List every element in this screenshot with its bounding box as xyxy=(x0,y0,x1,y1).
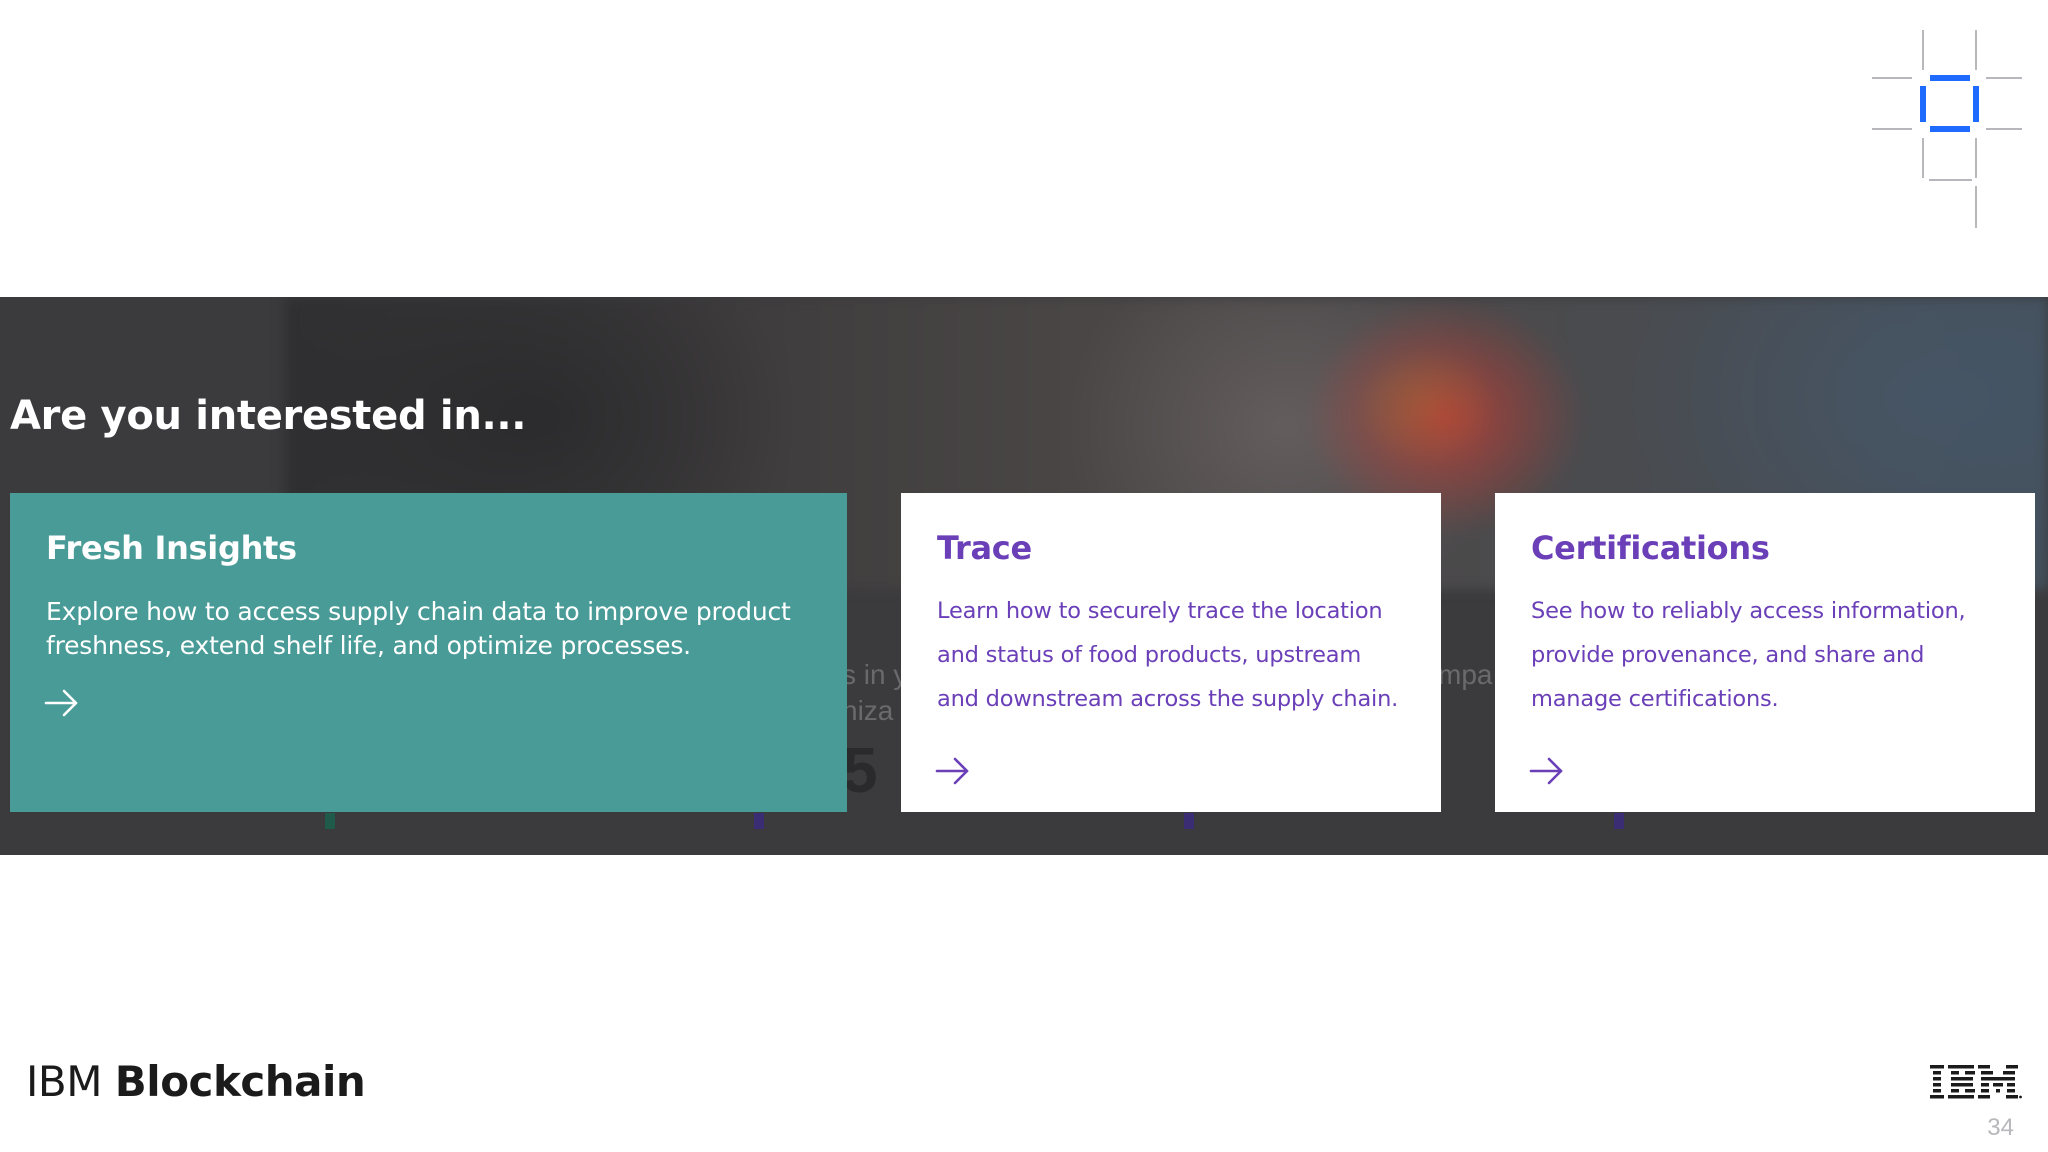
arrow-right-icon[interactable] xyxy=(935,757,971,785)
card-title: Trace xyxy=(937,529,1032,567)
brand-prefix: IBM xyxy=(26,1057,102,1106)
background-fragment: 5 xyxy=(842,734,878,806)
background-fragment: s in y xyxy=(842,659,908,690)
card-title: Fresh Insights xyxy=(46,529,297,567)
slide: s in y niza 5 mpa Are you interested in.… xyxy=(0,0,2048,1152)
brand-name: IBM Blockchain xyxy=(26,1057,366,1106)
grid-square-logo-icon xyxy=(1872,30,2022,228)
background-bar xyxy=(1614,813,1624,829)
section-heading: Are you interested in... xyxy=(10,393,527,439)
card-certifications[interactable]: Certifications See how to reliably acces… xyxy=(1495,493,2035,812)
card-fresh-insights[interactable]: Fresh Insights Explore how to access sup… xyxy=(10,493,847,812)
arrow-right-icon[interactable] xyxy=(1529,757,1565,785)
card-description: Learn how to securely trace the location… xyxy=(937,598,1399,713)
background-bar xyxy=(325,813,335,829)
card-description: See how to reliably access information, … xyxy=(1531,598,1966,713)
page-number: 34 xyxy=(1987,1114,2014,1141)
background-bar xyxy=(1184,813,1194,829)
card-description: Explore how to access supply chain data … xyxy=(46,597,791,661)
brand-product: Blockchain xyxy=(114,1057,366,1106)
ibm-logo xyxy=(1930,1065,2022,1099)
arrow-right-icon[interactable] xyxy=(44,689,80,717)
background-bar xyxy=(754,813,764,829)
card-title: Certifications xyxy=(1531,529,1770,567)
background-fragment: niza xyxy=(842,695,894,726)
card-trace[interactable]: Trace Learn how to securely trace the lo… xyxy=(901,493,1441,812)
background-fragment: mpa xyxy=(1438,659,1493,690)
